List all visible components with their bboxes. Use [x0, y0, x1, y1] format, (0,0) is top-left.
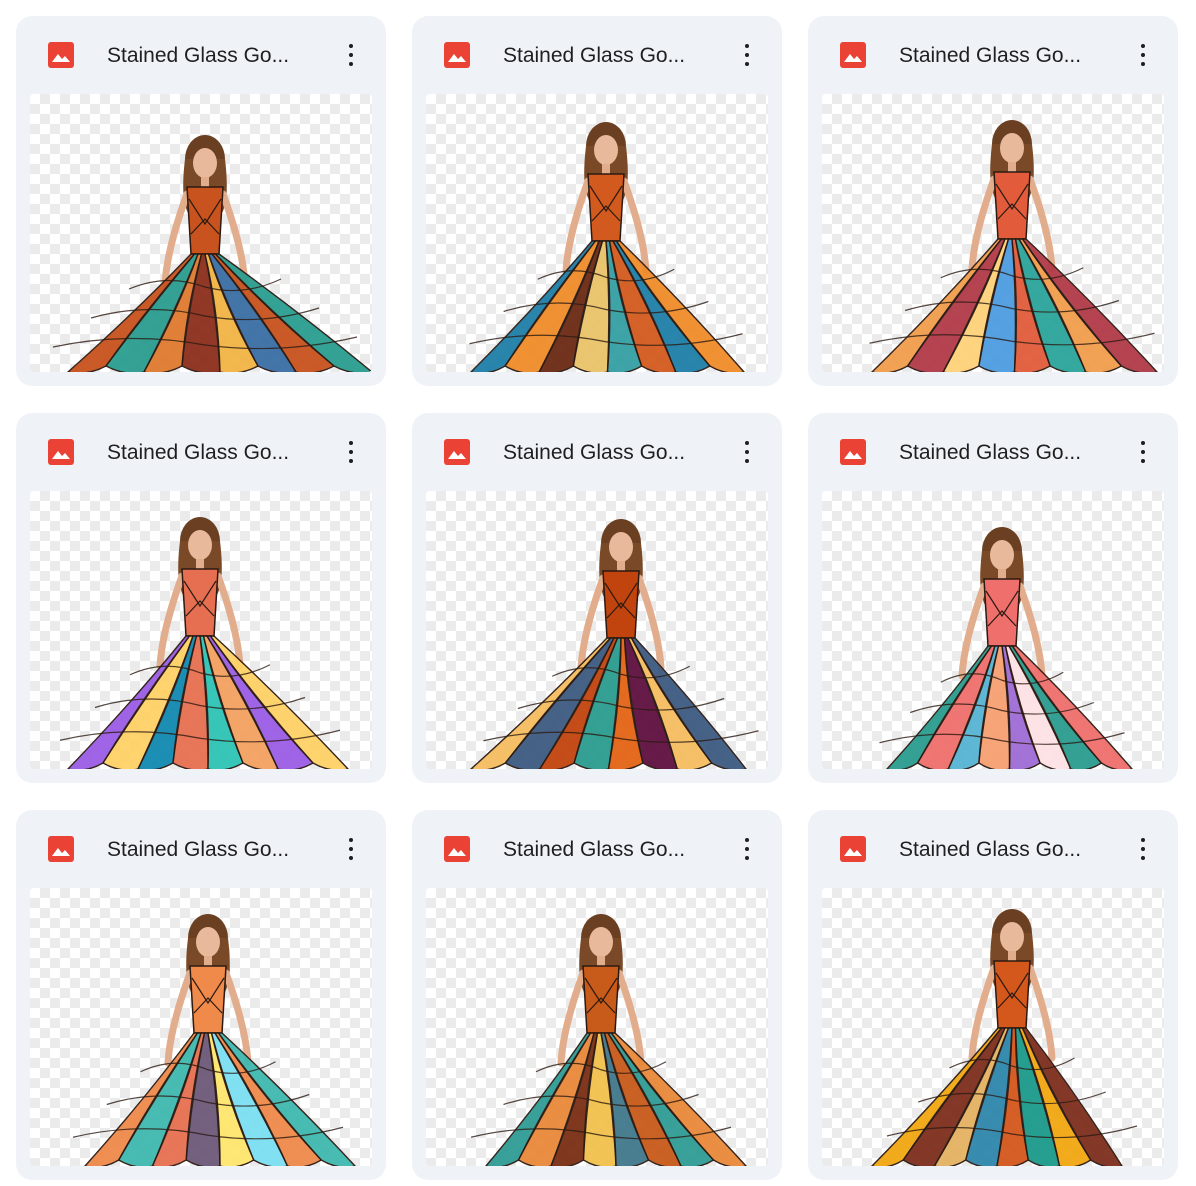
more-options-button[interactable]	[1128, 832, 1158, 866]
file-title: Stained Glass Go...	[899, 441, 1082, 464]
file-card[interactable]: Stained Glass Go...	[412, 810, 782, 1180]
gown-figure-image	[869, 120, 1158, 372]
image-file-icon	[444, 836, 470, 862]
file-card-header: Stained Glass Go...	[412, 810, 782, 888]
face-shape	[609, 532, 633, 562]
bodice-shape	[993, 960, 1031, 1029]
neck-shape	[998, 569, 1006, 579]
face-shape	[594, 135, 618, 165]
face-shape	[188, 530, 212, 560]
file-title: Stained Glass Go...	[503, 441, 686, 464]
file-card[interactable]: Stained Glass Go...	[16, 16, 386, 386]
neck-shape	[602, 164, 610, 174]
bodice-shape	[189, 965, 227, 1034]
file-title: Stained Glass Go...	[107, 441, 290, 464]
file-title: Stained Glass Go...	[503, 44, 686, 67]
more-options-button[interactable]	[732, 435, 762, 469]
neck-shape	[1008, 951, 1016, 961]
file-card-header: Stained Glass Go...	[808, 413, 1178, 491]
file-grid: Stained Glass Go... Stained Glass Go... …	[0, 0, 1196, 1186]
image-file-icon	[48, 836, 74, 862]
gown-figure-image	[72, 914, 356, 1166]
bodice-shape	[983, 578, 1021, 647]
image-thumbnail[interactable]	[426, 94, 768, 372]
face-shape	[193, 148, 217, 178]
image-file-icon	[48, 439, 74, 465]
file-card-header: Stained Glass Go...	[412, 16, 782, 94]
file-card-header: Stained Glass Go...	[16, 413, 386, 491]
image-file-icon	[444, 42, 470, 68]
bodice-shape	[602, 570, 640, 639]
image-file-icon	[840, 439, 866, 465]
file-title: Stained Glass Go...	[107, 838, 290, 861]
file-card-header: Stained Glass Go...	[16, 810, 386, 888]
file-card[interactable]: Stained Glass Go...	[412, 16, 782, 386]
file-title: Stained Glass Go...	[899, 44, 1082, 67]
gown-figure-image	[879, 527, 1133, 769]
image-thumbnail[interactable]	[822, 94, 1164, 372]
image-thumbnail[interactable]	[30, 888, 372, 1166]
file-card-header: Stained Glass Go...	[808, 16, 1178, 94]
bodice-shape	[181, 568, 219, 637]
image-thumbnail[interactable]	[30, 94, 372, 372]
file-card[interactable]: Stained Glass Go...	[16, 810, 386, 1180]
more-options-button[interactable]	[732, 832, 762, 866]
bodice-shape	[582, 965, 620, 1034]
face-shape	[1000, 133, 1024, 163]
file-card[interactable]: Stained Glass Go...	[808, 413, 1178, 783]
image-thumbnail[interactable]	[426, 888, 768, 1166]
file-card[interactable]: Stained Glass Go...	[808, 810, 1178, 1180]
gown-figure-image	[52, 135, 372, 372]
gown-figure-image	[470, 914, 747, 1166]
image-thumbnail[interactable]	[426, 491, 768, 769]
file-card[interactable]: Stained Glass Go...	[808, 16, 1178, 386]
image-thumbnail[interactable]	[30, 491, 372, 769]
image-thumbnail[interactable]	[822, 888, 1164, 1166]
image-file-icon	[840, 836, 866, 862]
face-shape	[990, 540, 1014, 570]
more-options-button[interactable]	[1128, 38, 1158, 72]
gown-figure-image	[469, 122, 745, 372]
more-options-button[interactable]	[732, 38, 762, 72]
image-thumbnail[interactable]	[822, 491, 1164, 769]
image-file-icon	[48, 42, 74, 68]
more-options-button[interactable]	[1128, 435, 1158, 469]
neck-shape	[1008, 162, 1016, 172]
file-card-header: Stained Glass Go...	[16, 16, 386, 94]
neck-shape	[204, 956, 212, 966]
file-title: Stained Glass Go...	[503, 838, 686, 861]
neck-shape	[196, 559, 204, 569]
neck-shape	[201, 177, 209, 187]
file-card[interactable]: Stained Glass Go...	[412, 413, 782, 783]
bodice-shape	[993, 171, 1031, 240]
image-file-icon	[840, 42, 866, 68]
more-options-button[interactable]	[336, 435, 366, 469]
more-options-button[interactable]	[336, 832, 366, 866]
file-title: Stained Glass Go...	[107, 44, 290, 67]
image-file-icon	[444, 439, 470, 465]
face-shape	[196, 927, 220, 957]
face-shape	[589, 927, 613, 957]
file-title: Stained Glass Go...	[899, 838, 1082, 861]
neck-shape	[597, 956, 605, 966]
file-card-header: Stained Glass Go...	[808, 810, 1178, 888]
neck-shape	[617, 561, 625, 571]
file-card[interactable]: Stained Glass Go...	[16, 413, 386, 783]
more-options-button[interactable]	[336, 38, 366, 72]
gown-figure-image	[469, 519, 759, 769]
bodice-shape	[587, 173, 625, 242]
face-shape	[1000, 922, 1024, 952]
gown-figure-image	[871, 909, 1138, 1166]
gown-figure-image	[59, 517, 349, 769]
file-card-header: Stained Glass Go...	[412, 413, 782, 491]
bodice-shape	[186, 186, 224, 255]
